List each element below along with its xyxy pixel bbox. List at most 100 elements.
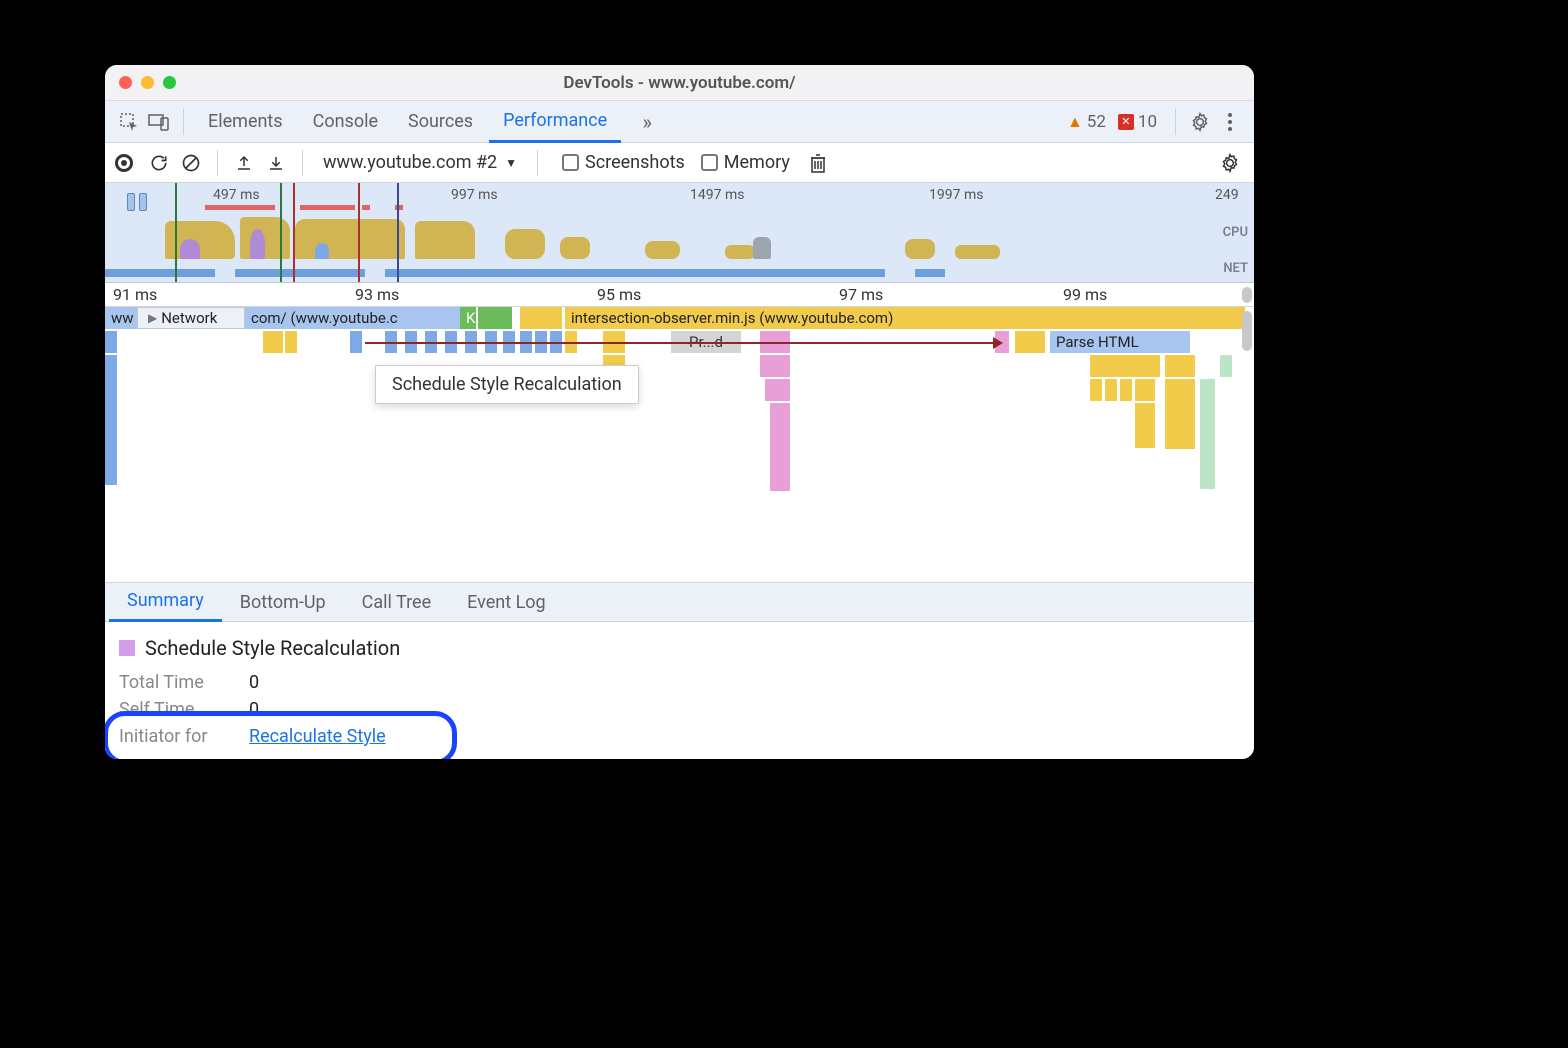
warning-icon: ▲ [1067, 112, 1083, 132]
timeline-overview[interactable]: 497 ms 997 ms 1497 ms 1997 ms 249 CPU NE… [105, 183, 1254, 283]
overview-tick: 1997 ms [929, 187, 983, 203]
self-time-row: Self Time 0 [119, 699, 1240, 720]
flame-segment[interactable]: com/ (www.youtube.c [245, 307, 460, 329]
initiator-link[interactable]: Recalculate Style [249, 726, 386, 747]
tooltip-text: Schedule Style Recalculation [392, 374, 622, 395]
self-time-value: 0 [249, 699, 259, 720]
window-controls [105, 76, 176, 89]
flame-segment[interactable] [500, 307, 512, 329]
maximize-window-button[interactable] [163, 76, 176, 89]
screenshots-checkbox[interactable]: Screenshots [562, 152, 685, 173]
close-window-button[interactable] [119, 76, 132, 89]
memory-label: Memory [724, 152, 790, 173]
titlebar: DevTools - www.youtube.com/ [105, 65, 1254, 101]
ruler-tick: 91 ms [113, 285, 157, 304]
event-color-swatch [119, 640, 135, 656]
flame-segment[interactable] [1090, 355, 1160, 377]
scrollbar-vertical[interactable] [1242, 311, 1252, 351]
flame-segment[interactable] [765, 379, 790, 401]
tab-event-log[interactable]: Event Log [449, 582, 564, 622]
flame-segment[interactable] [1135, 403, 1155, 448]
net-bar [385, 269, 885, 277]
tab-sources[interactable]: Sources [394, 101, 487, 143]
flame-segment[interactable]: ww [105, 307, 137, 329]
reload-record-icon[interactable] [145, 149, 173, 177]
flame-segment[interactable] [1090, 379, 1102, 401]
flame-segment[interactable] [1135, 379, 1155, 401]
net-bar [105, 269, 215, 277]
tab-performance[interactable]: Performance [489, 101, 621, 143]
flame-segment[interactable] [1105, 379, 1117, 401]
flame-segment[interactable] [1120, 379, 1132, 401]
long-task-marker [205, 205, 275, 210]
tab-summary[interactable]: Summary [109, 582, 222, 622]
net-bar [915, 269, 945, 277]
cpu-activity-chart [105, 211, 1254, 259]
download-icon[interactable] [262, 149, 290, 177]
flame-segment[interactable] [544, 307, 562, 329]
memory-checkbox[interactable]: Memory [701, 152, 790, 173]
long-task-marker [362, 205, 370, 210]
tab-call-tree[interactable]: Call Tree [344, 582, 449, 622]
warnings-badge[interactable]: ▲ 52 [1067, 112, 1106, 132]
checkbox-icon [562, 154, 579, 171]
flame-segment[interactable] [350, 331, 362, 353]
flame-segment[interactable] [1165, 379, 1195, 449]
overview-tick: 997 ms [451, 187, 498, 203]
overview-tick: 497 ms [213, 187, 260, 203]
network-track-header[interactable]: ▶ Network [137, 307, 245, 329]
total-time-label: Total Time [119, 672, 229, 693]
ruler-tick: 99 ms [1063, 285, 1107, 304]
arrow-head-icon [993, 337, 1003, 349]
total-time-value: 0 [249, 672, 259, 693]
range-handle-left[interactable] [127, 193, 135, 211]
error-icon: ✕ [1118, 114, 1134, 130]
kebab-menu-icon[interactable] [1216, 108, 1244, 136]
flame-segment[interactable] [285, 331, 297, 353]
detail-tabs: Summary Bottom-Up Call Tree Event Log [105, 582, 1254, 622]
flame-segment-parse-html[interactable]: Parse HTML [1050, 331, 1190, 353]
flame-segment[interactable] [1165, 355, 1195, 377]
flame-segment[interactable] [760, 355, 790, 377]
long-task-marker [300, 205, 355, 210]
ruler-tick: 97 ms [839, 285, 883, 304]
main-toolbar: Elements Console Sources Performance » ▲… [105, 101, 1254, 143]
flame-segment[interactable] [1015, 331, 1045, 353]
more-tabs-icon[interactable]: » [633, 108, 661, 136]
marker-line [175, 183, 177, 282]
settings-icon[interactable] [1186, 108, 1214, 136]
recording-select[interactable]: www.youtube.com #2 ▼ [315, 152, 525, 173]
flame-segment[interactable] [105, 331, 117, 353]
scrollbar-vertical[interactable] [1242, 287, 1252, 303]
overview-tick: 1497 ms [690, 187, 744, 203]
marker-line [293, 183, 295, 282]
perf-settings-icon[interactable] [1216, 149, 1244, 177]
flame-segment[interactable]: K [460, 307, 476, 329]
flame-segment[interactable] [1220, 355, 1232, 377]
range-handle-right[interactable] [139, 193, 147, 211]
inspect-icon[interactable] [115, 108, 143, 136]
device-toggle-icon[interactable] [145, 108, 173, 136]
errors-badge[interactable]: ✕ 10 [1118, 112, 1157, 132]
record-button[interactable] [115, 154, 133, 172]
flame-segment[interactable] [271, 331, 283, 353]
flame-segment[interactable] [770, 403, 790, 491]
initiator-row: Initiator for Recalculate Style [119, 726, 1240, 747]
detail-ruler[interactable]: 91 ms 93 ms 95 ms 97 ms 99 ms [105, 283, 1254, 307]
flame-segment[interactable]: intersection-observer.min.js (www.youtub… [565, 307, 1245, 329]
marker-line [397, 183, 399, 282]
tab-bottom-up[interactable]: Bottom-Up [222, 582, 344, 622]
clear-icon[interactable] [177, 149, 205, 177]
flame-segment[interactable] [105, 355, 117, 485]
marker-line [280, 183, 282, 282]
minimize-window-button[interactable] [141, 76, 154, 89]
upload-icon[interactable] [230, 149, 258, 177]
flame-segment[interactable] [1200, 379, 1215, 489]
network-label: Network [161, 309, 217, 327]
marker-line [358, 183, 360, 282]
tab-elements[interactable]: Elements [194, 101, 297, 143]
flame-segment[interactable] [478, 307, 490, 329]
tab-console[interactable]: Console [299, 101, 392, 143]
flame-chart[interactable]: ww ▶ Network com/ (www.youtube.c K inter… [105, 307, 1254, 582]
collect-garbage-icon[interactable] [804, 149, 832, 177]
